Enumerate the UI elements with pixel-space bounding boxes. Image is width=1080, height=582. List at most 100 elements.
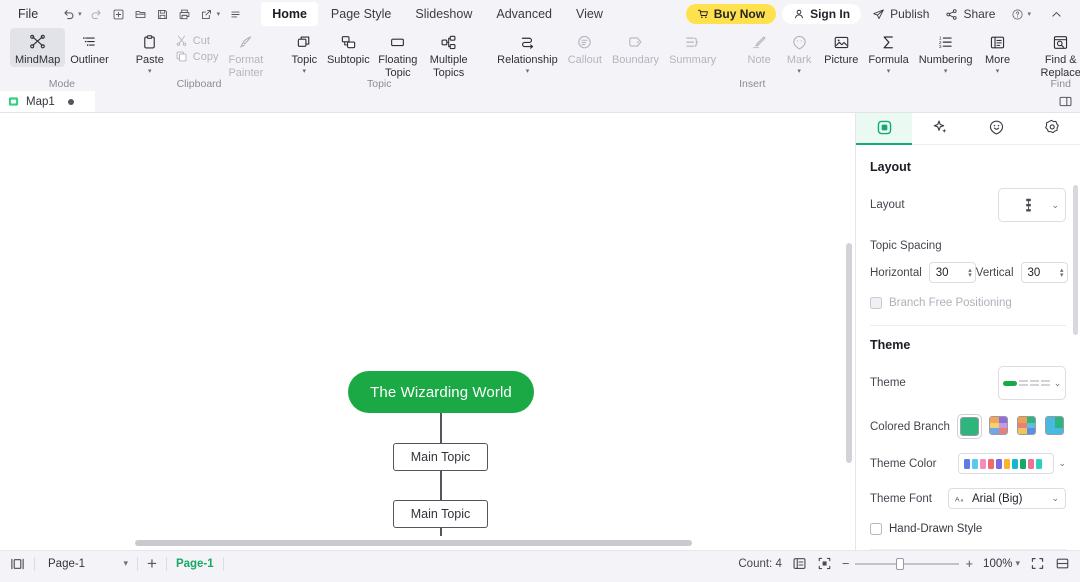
- more-options-icon[interactable]: [225, 4, 245, 24]
- zoom-level-label[interactable]: 100%: [983, 558, 1012, 570]
- menu-file[interactable]: File: [8, 3, 48, 25]
- branch-swatch-grid: [1045, 416, 1064, 435]
- colored-branch-option-3[interactable]: [1015, 414, 1038, 439]
- hand-drawn-style-checkbox[interactable]: [870, 523, 882, 535]
- find-replace-button[interactable]: Find & Replace: [1036, 28, 1080, 79]
- save-icon[interactable]: [153, 4, 173, 24]
- add-page-button[interactable]: +: [147, 555, 157, 572]
- topic-button[interactable]: Topic ▾: [284, 28, 324, 75]
- tab-home[interactable]: Home: [261, 2, 318, 26]
- more-insert-button[interactable]: More ▾: [978, 28, 1018, 75]
- canvas-vertical-scrollbar[interactable]: [846, 243, 852, 463]
- zoom-out-button[interactable]: −: [842, 557, 850, 570]
- unsaved-indicator-icon: [67, 98, 74, 105]
- split-view-icon[interactable]: [1058, 94, 1073, 109]
- picture-button[interactable]: Picture: [819, 28, 863, 67]
- colored-branch-option-2[interactable]: [987, 414, 1010, 439]
- active-page-label[interactable]: Page-1: [176, 558, 214, 570]
- vertical-spacing-group: Vertical 30 ▴ ▾: [976, 262, 1068, 283]
- fit-page-icon[interactable]: [1055, 556, 1070, 571]
- vertical-spacing-stepper[interactable]: 30 ▴ ▾: [1020, 262, 1068, 283]
- formula-button[interactable]: Formula ▾: [863, 28, 913, 75]
- find-replace-label: Find & Replace: [1040, 54, 1080, 79]
- mindmap-topic-node[interactable]: Main Topic: [393, 443, 488, 471]
- help-caret-icon[interactable]: ▾: [1027, 10, 1031, 18]
- format-painter-icon: [237, 32, 254, 52]
- tab-slideshow[interactable]: Slideshow: [404, 2, 483, 26]
- fullscreen-icon[interactable]: [1030, 556, 1045, 571]
- floating-topic-button[interactable]: Floating Topic: [372, 28, 423, 79]
- callout-button: Callout: [563, 28, 607, 67]
- sign-in-button[interactable]: Sign In: [782, 4, 862, 24]
- canvas-horizontal-scroll-thumb[interactable]: [135, 540, 692, 546]
- publish-button[interactable]: Publish: [867, 7, 934, 21]
- paste-button[interactable]: Paste ▾: [130, 28, 170, 75]
- canvas-horizontal-scrollbar[interactable]: [0, 536, 855, 550]
- panel-scrollbar[interactable]: [1073, 185, 1078, 335]
- relationship-caret-icon[interactable]: ▾: [526, 68, 530, 75]
- zoom-slider-track[interactable]: [855, 557, 960, 570]
- theme-color-swatches[interactable]: [958, 453, 1055, 474]
- outliner-mode-button[interactable]: Outliner: [65, 28, 114, 67]
- summary-icon: [684, 32, 701, 52]
- formula-caret-icon[interactable]: ▾: [887, 68, 891, 75]
- topic-caret-icon[interactable]: ▾: [303, 68, 307, 75]
- numbering-button[interactable]: 123 Numbering ▾: [914, 28, 978, 75]
- mindmap-root-node[interactable]: The Wizarding World: [348, 371, 534, 413]
- subtopic-button[interactable]: Subtopic: [324, 28, 372, 67]
- relationship-button[interactable]: Relationship ▾: [492, 28, 563, 75]
- theme-dropdown[interactable]: ⌄: [998, 366, 1066, 400]
- fit-to-selection-icon[interactable]: [817, 556, 832, 571]
- outline-view-icon[interactable]: [792, 556, 807, 571]
- multiple-topics-icon: [440, 32, 457, 52]
- horizontal-label: Horizontal: [870, 266, 922, 279]
- relationship-icon: [519, 32, 536, 52]
- open-icon[interactable]: [131, 4, 151, 24]
- panel-tab-ai[interactable]: [912, 113, 968, 144]
- horizontal-spacing-stepper[interactable]: 30 ▴ ▾: [928, 262, 976, 283]
- document-tab-map1[interactable]: Map1: [0, 91, 95, 112]
- mindmap-topic-node[interactable]: Main Topic: [393, 500, 488, 528]
- panel-tab-sticker[interactable]: [968, 113, 1024, 144]
- layout-dropdown[interactable]: ⌄: [998, 188, 1066, 222]
- undo-icon[interactable]: [58, 4, 78, 24]
- multiple-topics-button[interactable]: Multiple Topics: [423, 28, 474, 79]
- layout-row: Layout ⌄: [870, 188, 1066, 222]
- colored-branch-option-4[interactable]: [1043, 414, 1066, 439]
- share-icon: [945, 8, 958, 21]
- panel-tab-style[interactable]: [1024, 113, 1080, 144]
- share-button[interactable]: Share: [940, 7, 1000, 21]
- tab-page-style[interactable]: Page Style: [320, 2, 402, 26]
- page-layout-icon[interactable]: [10, 557, 25, 571]
- chevron-down-icon: ⌄: [1051, 199, 1059, 210]
- paste-caret-icon[interactable]: ▾: [148, 68, 152, 75]
- stepper-arrows-icon[interactable]: ▴ ▾: [1060, 267, 1064, 279]
- buy-now-button[interactable]: Buy Now: [685, 4, 777, 24]
- export-icon[interactable]: [197, 4, 217, 24]
- mindmap-canvas[interactable]: The Wizarding World Main Topic Main Topi…: [0, 113, 855, 550]
- theme-font-value: Arial (Big): [972, 492, 1023, 505]
- tab-advanced[interactable]: Advanced: [485, 2, 563, 26]
- print-icon[interactable]: [175, 4, 195, 24]
- zoom-slider[interactable]: − +: [842, 557, 973, 570]
- mindmap-mode-button[interactable]: MindMap: [10, 28, 66, 67]
- theme-font-dropdown[interactable]: Aa Arial (Big) ⌄: [948, 488, 1066, 509]
- new-icon[interactable]: [109, 4, 129, 24]
- help-button[interactable]: ▾: [1006, 8, 1039, 21]
- colored-branch-option-1[interactable]: [957, 414, 982, 439]
- page-selector-dropdown[interactable]: Page-1 ▾: [44, 558, 128, 570]
- outliner-mode-label: Outliner: [70, 54, 109, 66]
- chevron-down-icon[interactable]: ⌄: [1058, 458, 1066, 469]
- undo-caret-icon[interactable]: ▾: [78, 10, 82, 18]
- more-caret-icon[interactable]: ▾: [996, 68, 1000, 75]
- zoom-in-button[interactable]: +: [965, 557, 973, 570]
- stepper-arrows-icon[interactable]: ▴ ▾: [968, 267, 972, 279]
- chevron-down-icon[interactable]: ▾: [1015, 558, 1020, 569]
- panel-tab-layout[interactable]: [856, 113, 912, 145]
- export-caret-icon[interactable]: ▾: [217, 10, 221, 18]
- tab-view[interactable]: View: [565, 2, 614, 26]
- zoom-slider-thumb[interactable]: [896, 557, 905, 570]
- collapse-ribbon-button[interactable]: [1045, 8, 1068, 21]
- subtopic-label: Subtopic: [326, 54, 370, 66]
- numbering-caret-icon[interactable]: ▾: [944, 68, 948, 75]
